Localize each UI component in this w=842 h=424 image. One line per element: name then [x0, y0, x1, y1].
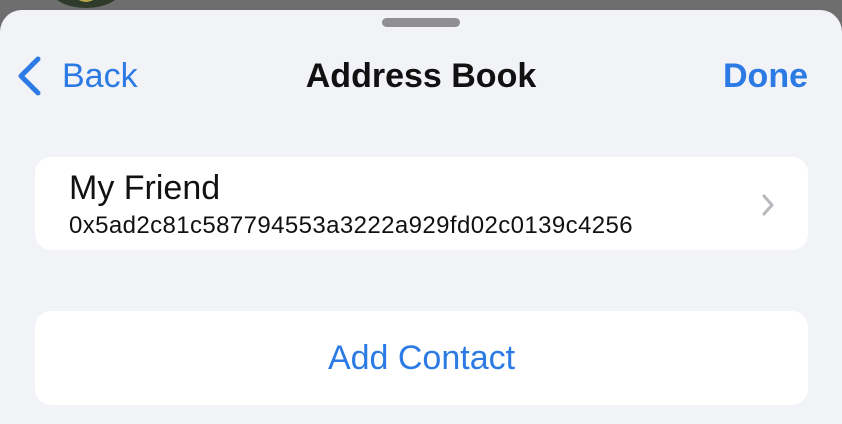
chevron-left-icon: [16, 55, 42, 97]
contact-address: 0x5ad2c81c587794553a3222a929fd02c0139c42…: [69, 212, 633, 239]
back-button[interactable]: Back: [16, 52, 138, 100]
chevron-right-icon: [761, 193, 775, 217]
contact-row[interactable]: My Friend 0x5ad2c81c587794553a3222a929fd…: [35, 157, 808, 250]
sheet-grabber[interactable]: [382, 18, 460, 27]
background-avatar: [50, 0, 122, 8]
address-book-sheet: Back Address Book Done My Friend 0x5ad2c…: [0, 10, 842, 424]
contact-name: My Friend: [69, 169, 221, 207]
add-contact-label: Add Contact: [327, 338, 516, 377]
add-contact-button[interactable]: Add Contact: [35, 311, 808, 405]
navigation-bar: Back Address Book Done: [0, 52, 842, 100]
back-label: Back: [62, 56, 138, 95]
done-button[interactable]: Done: [723, 52, 808, 100]
